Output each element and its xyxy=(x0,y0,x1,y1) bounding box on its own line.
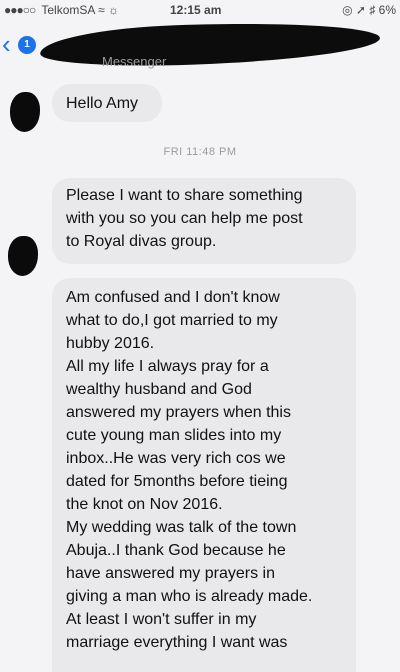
battery-label: 6% xyxy=(378,3,396,17)
message-bubble[interactable]: Am confused and I don't know what to do,… xyxy=(52,278,356,672)
message-line: marriage everything I want was xyxy=(66,634,288,651)
location-icon: ➚ xyxy=(355,3,366,17)
message-line: with you so you can help me post xyxy=(66,210,303,227)
message-line: answered my prayers when this xyxy=(66,404,291,421)
message-line: dated for 5months before tieing xyxy=(66,473,288,490)
message-line: inbox..He was very rich cos we xyxy=(66,450,286,467)
message-line: giving a man who is already made. xyxy=(66,588,313,605)
chevron-left-icon: ‹ xyxy=(2,29,11,59)
carrier-name: TelkomSA xyxy=(41,3,95,17)
message-line: My wedding was talk of the town xyxy=(66,519,297,536)
message-line: Please I want to share something xyxy=(66,187,303,204)
message-line: cute young man slides into my xyxy=(66,427,282,444)
avatar[interactable] xyxy=(10,92,40,132)
redaction-mark xyxy=(39,18,381,70)
message-line: have answered my prayers in xyxy=(66,565,275,582)
signal-strength-icon: ●●●○○ xyxy=(4,3,36,17)
nav-bar: ‹ 1 Messenger xyxy=(0,18,400,72)
message-line: All my life I always pray for a xyxy=(66,358,269,375)
message-bubble[interactable]: Hello Amy xyxy=(52,84,162,122)
clock: 12:15 am xyxy=(170,3,222,17)
message-line: Am confused and I don't know xyxy=(66,289,280,306)
bluetooth-icon: ♯ xyxy=(369,3,376,17)
message-bubble[interactable]: Please I want to share something with yo… xyxy=(52,178,356,264)
message-line: Abuja..I thank God because he xyxy=(66,542,286,559)
back-button[interactable]: ‹ 1 xyxy=(2,30,42,60)
alarm-icon: ◎ xyxy=(342,3,353,17)
message-line: hubby 2016. xyxy=(66,335,155,352)
message-timestamp: FRI 11:48 PM xyxy=(163,146,237,158)
carrier-label: ●●●○○ TelkomSA ≈ ☼ xyxy=(4,3,119,17)
message-line: the knot on Nov 2016. xyxy=(66,496,223,513)
wifi-icon: ≈ xyxy=(98,3,105,17)
status-bar: ●●●○○ TelkomSA ≈ ☼ 12:15 am ◎ ➚ ♯ 6% xyxy=(0,0,400,22)
sun-icon: ☼ xyxy=(108,3,120,17)
avatar[interactable] xyxy=(8,236,38,276)
message-line: At least I won't suffer in my xyxy=(66,611,257,628)
unread-badge: 1 xyxy=(18,36,36,54)
message-line: wealthy husband and God xyxy=(66,381,252,398)
message-line: to Royal divas group. xyxy=(66,233,217,250)
message-line: what to do,I got married to my xyxy=(66,312,278,329)
nav-subtitle: Messenger xyxy=(102,54,167,69)
message-text: Hello Amy xyxy=(66,95,139,112)
status-right: ◎ ➚ ♯ 6% xyxy=(342,3,396,17)
